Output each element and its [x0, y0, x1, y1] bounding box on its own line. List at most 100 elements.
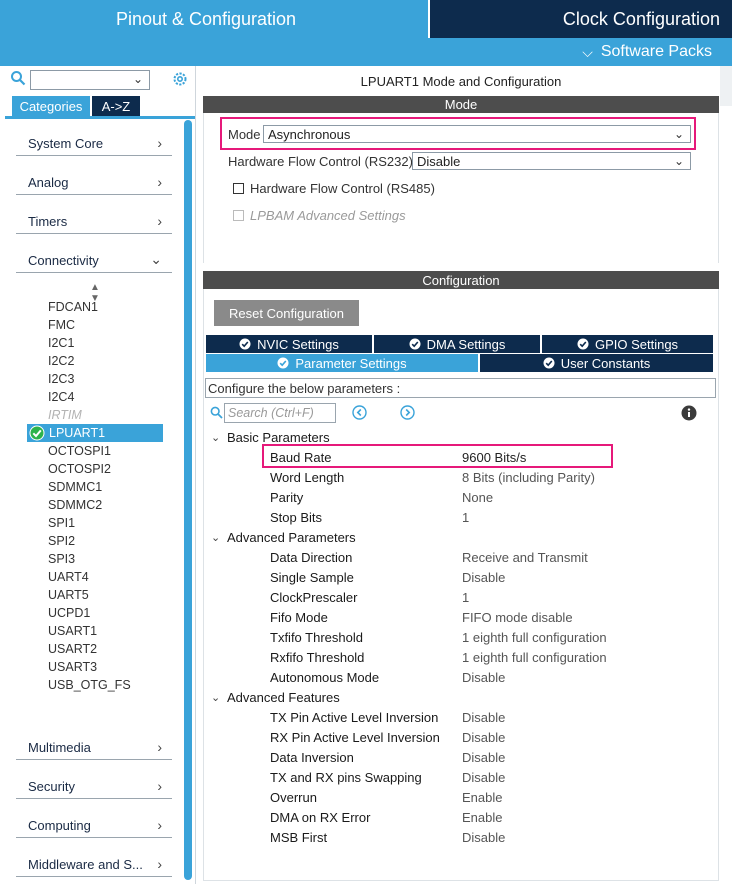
sidebar-scrollbar[interactable] — [184, 120, 192, 880]
param-rxfifo-threshold-name[interactable]: Rxfifo Threshold — [270, 650, 364, 665]
sidebar-item-octospi1[interactable]: OCTOSPI1 — [48, 444, 111, 458]
tab-a-to-z[interactable]: A->Z — [92, 96, 140, 116]
param-fifo-mode-value[interactable]: FIFO mode disable — [462, 610, 573, 625]
param-overrun-value[interactable]: Enable — [462, 790, 502, 805]
category-multimedia[interactable]: Multimedia › — [16, 732, 172, 760]
chevron-down-icon: ⌄ — [211, 692, 221, 704]
tab-dma-settings[interactable]: DMA Settings — [374, 335, 540, 353]
category-timers[interactable]: Timers › — [16, 206, 172, 234]
sidebar-item-ucpd1[interactable]: UCPD1 — [48, 606, 90, 620]
tab-pinout-configuration[interactable]: Pinout & Configuration — [0, 0, 428, 38]
group-basic-parameters[interactable]: ⌄ Basic Parameters — [211, 430, 330, 445]
sidebar-item-fdcan1[interactable]: FDCAN1 — [48, 300, 98, 314]
hfc-rs232-select[interactable]: Disable ⌄ — [412, 152, 691, 170]
param-dma-on-rx-error-value[interactable]: Enable — [462, 810, 502, 825]
chevron-right-icon: › — [157, 739, 162, 755]
param-baud-rate-name[interactable]: Baud Rate — [270, 450, 331, 465]
group-advanced-features[interactable]: ⌄ Advanced Features — [211, 690, 340, 705]
sidebar-item-spi2[interactable]: SPI2 — [48, 534, 75, 548]
param-autonomous-mode-value[interactable]: Disable — [462, 670, 505, 685]
param-msb-first-name[interactable]: MSB First — [270, 830, 327, 845]
previous-match-icon[interactable] — [352, 405, 367, 420]
param-data-inversion-value[interactable]: Disable — [462, 750, 505, 765]
sidebar-item-octospi2[interactable]: OCTOSPI2 — [48, 462, 111, 476]
next-match-icon[interactable] — [400, 405, 415, 420]
param-single-sample-value[interactable]: Disable — [462, 570, 505, 585]
tab-categories[interactable]: Categories — [12, 96, 90, 116]
param-stop-bits-value[interactable]: 1 — [462, 510, 469, 525]
sidebar-item-lpuart1[interactable]: LPUART1 — [27, 424, 163, 442]
param-tx-pin-inversion-name[interactable]: TX Pin Active Level Inversion — [270, 710, 438, 725]
sidebar-item-sdmmc1[interactable]: SDMMC1 — [48, 480, 102, 494]
sidebar-item-i2c1[interactable]: I2C1 — [48, 336, 74, 350]
category-middleware[interactable]: Middleware and S... › — [16, 849, 172, 877]
param-fifo-mode-name[interactable]: Fifo Mode — [270, 610, 328, 625]
sidebar-item-i2c4[interactable]: I2C4 — [48, 390, 74, 404]
category-label: System Core — [28, 136, 104, 151]
category-label: Connectivity — [28, 253, 99, 268]
software-packs-menu[interactable]: ⌵ Software Packs — [0, 38, 732, 66]
sidebar-item-uart4[interactable]: UART4 — [48, 570, 89, 584]
category-label: Multimedia — [28, 740, 91, 755]
param-txfifo-threshold-value[interactable]: 1 eighth full configuration — [462, 630, 607, 645]
tab-clock-configuration[interactable]: Clock Configuration — [430, 0, 732, 38]
panel-scroll-control[interactable] — [720, 66, 732, 106]
category-security[interactable]: Security › — [16, 771, 172, 799]
param-word-length-name[interactable]: Word Length — [270, 470, 344, 485]
param-baud-rate-value[interactable]: 9600 Bits/s — [462, 450, 526, 465]
group-advanced-parameters[interactable]: ⌄ Advanced Parameters — [211, 530, 356, 545]
param-clock-prescaler-value[interactable]: 1 — [462, 590, 469, 605]
param-stop-bits-name[interactable]: Stop Bits — [270, 510, 322, 525]
sidebar-item-usart2[interactable]: USART2 — [48, 642, 97, 656]
param-parity-name[interactable]: Parity — [270, 490, 303, 505]
param-rxfifo-threshold-value[interactable]: 1 eighth full configuration — [462, 650, 607, 665]
sidebar-item-usart1[interactable]: USART1 — [48, 624, 97, 638]
sidebar-item-spi3[interactable]: SPI3 — [48, 552, 75, 566]
sidebar-item-usb-otg-fs[interactable]: USB_OTG_FS — [48, 678, 131, 692]
category-computing[interactable]: Computing › — [16, 810, 172, 838]
param-pins-swapping-name[interactable]: TX and RX pins Swapping — [270, 770, 422, 785]
tab-gpio-settings[interactable]: GPIO Settings — [542, 335, 713, 353]
param-single-sample-name[interactable]: Single Sample — [270, 570, 354, 585]
param-overrun-name[interactable]: Overrun — [270, 790, 317, 805]
param-word-length-value[interactable]: 8 Bits (including Parity) — [462, 470, 595, 485]
sidebar-item-usart3[interactable]: USART3 — [48, 660, 97, 674]
category-system-core[interactable]: System Core › — [16, 128, 172, 156]
param-pins-swapping-value[interactable]: Disable — [462, 770, 505, 785]
param-tx-pin-inversion-value[interactable]: Disable — [462, 710, 505, 725]
chevron-down-icon: ⌄ — [211, 532, 221, 544]
tab-nvic-settings[interactable]: NVIC Settings — [206, 335, 372, 353]
param-autonomous-mode-name[interactable]: Autonomous Mode — [270, 670, 379, 685]
category-search-select[interactable]: ⌄ — [30, 70, 150, 90]
param-clock-prescaler-name[interactable]: ClockPrescaler — [270, 590, 357, 605]
param-parity-value[interactable]: None — [462, 490, 493, 505]
category-label: Computing — [28, 818, 91, 833]
param-msb-first-value[interactable]: Disable — [462, 830, 505, 845]
tab-user-constants[interactable]: User Constants — [480, 354, 713, 372]
param-data-inversion-name[interactable]: Data Inversion — [270, 750, 354, 765]
tab-label: User Constants — [560, 355, 651, 371]
param-txfifo-threshold-name[interactable]: Txfifo Threshold — [270, 630, 363, 645]
param-rx-pin-inversion-value[interactable]: Disable — [462, 730, 505, 745]
param-data-direction-name[interactable]: Data Direction — [270, 550, 352, 565]
gear-icon[interactable] — [171, 70, 189, 88]
category-analog[interactable]: Analog › — [16, 167, 172, 195]
sidebar-item-i2c3[interactable]: I2C3 — [48, 372, 74, 386]
chevron-down-icon: ⌄ — [150, 251, 162, 267]
param-data-direction-value[interactable]: Receive and Transmit — [462, 550, 588, 565]
sidebar-item-fmc[interactable]: FMC — [48, 318, 75, 332]
param-dma-on-rx-error-name[interactable]: DMA on RX Error — [270, 810, 370, 825]
sidebar-item-uart5[interactable]: UART5 — [48, 588, 89, 602]
parameter-search-input[interactable]: Search (Ctrl+F) — [224, 403, 336, 423]
category-connectivity[interactable]: Connectivity ⌄ — [16, 245, 172, 273]
sidebar-item-i2c2[interactable]: I2C2 — [48, 354, 74, 368]
sidebar-item-spi1[interactable]: SPI1 — [48, 516, 75, 530]
tab-parameter-settings[interactable]: Parameter Settings — [206, 354, 478, 372]
hfc-rs485-checkbox[interactable] — [233, 183, 244, 194]
reset-configuration-button[interactable]: Reset Configuration — [214, 300, 359, 326]
chevron-right-icon: › — [157, 135, 162, 151]
info-icon[interactable] — [681, 405, 697, 421]
param-rx-pin-inversion-name[interactable]: RX Pin Active Level Inversion — [270, 730, 440, 745]
sidebar-item-sdmmc2[interactable]: SDMMC2 — [48, 498, 102, 512]
mode-select[interactable]: Asynchronous ⌄ — [263, 125, 691, 143]
